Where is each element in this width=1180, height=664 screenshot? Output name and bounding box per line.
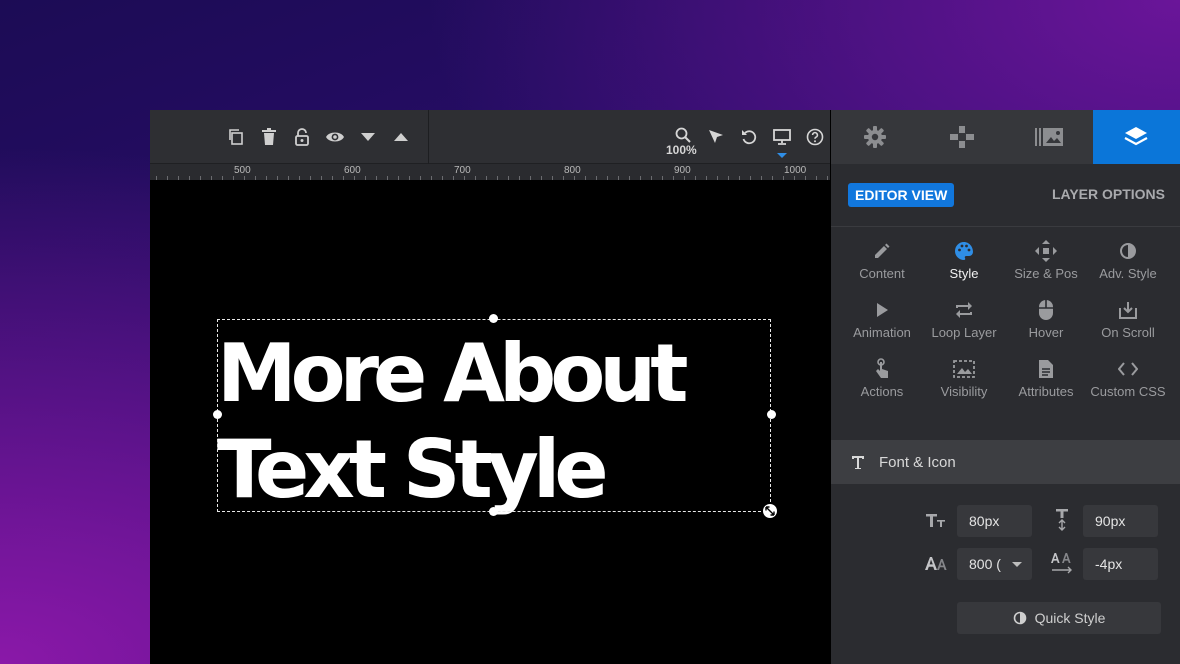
touch-icon [876,358,888,378]
palette-icon [955,242,973,260]
font-size-icon [923,507,949,533]
visibility-icon [953,360,975,378]
section-title: Font & Icon [879,453,956,471]
resize-handle-left[interactable] [213,410,222,419]
option-visibility[interactable]: Visibility [923,355,1005,414]
option-label: Adv. Style [1099,266,1157,281]
option-on-scroll[interactable]: On Scroll [1087,296,1169,355]
editor-window: 100% 500 600 700 800 900 1000 More About… [150,110,1180,664]
letter-spacing-input[interactable]: -4px [1083,548,1158,580]
layer-options-panel: EDITOR VIEW LAYER OPTIONS Content Style … [831,110,1180,664]
mouse-icon [1039,300,1053,320]
desktop-icon[interactable] [769,124,795,150]
caret-up-icon[interactable] [388,124,414,150]
pointer-icon[interactable] [703,124,729,150]
chevron-down-icon [1012,562,1022,567]
contrast-icon [1120,243,1136,259]
ruler-label: 800 [564,165,581,176]
ruler-label: 500 [234,165,251,176]
option-label: Hover [1028,325,1064,340]
option-label: Size & Pos [1014,266,1078,281]
option-label: Animation [853,325,911,340]
resize-arrows-icon [765,506,775,516]
panel-tabs [831,110,1180,164]
tab-settings[interactable] [831,110,918,164]
tab-navigation[interactable] [918,110,1005,164]
copy-icon[interactable] [223,124,249,150]
undo-icon[interactable] [736,124,762,150]
option-label: Attributes [1018,384,1074,399]
font-weight-icon [923,550,949,576]
toolbar-divider [428,110,429,164]
option-attributes[interactable]: Attributes [1005,355,1087,414]
contrast-icon [1013,611,1026,625]
line-height-icon [1049,507,1075,533]
play-icon [877,303,888,317]
ruler-label: 1000 [784,165,807,176]
layer-options-title: LAYER OPTIONS [1051,186,1165,202]
panel-divider [831,226,1180,227]
slide-canvas[interactable]: More About Text Style [150,180,830,664]
font-size-input[interactable]: 80px [957,505,1032,537]
trash-icon[interactable] [256,124,282,150]
quick-style-button[interactable]: Quick Style [957,602,1161,634]
tab-layers[interactable] [1092,110,1180,164]
caret-down-icon[interactable] [355,124,381,150]
ruler-label: 900 [674,165,691,176]
line-height-input[interactable]: 90px [1083,505,1158,537]
media-icon [1035,128,1064,146]
eye-icon[interactable] [322,124,348,150]
loop-icon [956,302,972,318]
download-box-icon [1119,302,1137,319]
option-label: Content [859,266,905,281]
option-label: Actions [860,384,904,399]
pencil-icon [875,243,890,258]
option-label: Custom CSS [1090,384,1166,399]
font-icon-section-header[interactable]: Font & Icon [831,440,1180,484]
resize-corner-handle[interactable] [761,502,779,520]
option-size-pos[interactable]: Size & Pos [1005,237,1087,296]
active-device-indicator [777,153,787,158]
option-content[interactable]: Content [841,237,923,296]
ruler-label: 600 [344,165,361,176]
zoom-level[interactable]: 100% [666,143,697,157]
document-icon [1039,360,1053,378]
horizontal-ruler: 500 600 700 800 900 1000 [150,164,830,180]
option-loop-layer[interactable]: Loop Layer [923,296,1005,355]
help-icon[interactable] [802,124,828,150]
editor-view-badge[interactable]: EDITOR VIEW [848,183,955,207]
font-weight-select[interactable]: 800 ( [957,548,1032,580]
option-custom-css[interactable]: Custom CSS [1087,355,1169,414]
top-toolbar: 100% [150,110,830,164]
option-adv-style[interactable]: Adv. Style [1087,237,1169,296]
selection-box[interactable] [217,319,771,512]
move-icon [1035,240,1057,262]
gear-icon [863,126,886,148]
tab-media[interactable] [1006,110,1093,164]
ruler-label: 700 [454,165,471,176]
option-label: On Scroll [1101,325,1155,340]
code-icon [1118,362,1138,376]
resize-handle-right[interactable] [767,410,776,419]
option-label: Style [949,266,979,281]
option-hover[interactable]: Hover [1005,296,1087,355]
resize-handle-top[interactable] [489,314,498,323]
option-actions[interactable]: Actions [841,355,923,414]
letter-spacing-icon [1049,550,1075,576]
option-label: Loop Layer [931,325,997,340]
layers-icon [1124,127,1148,146]
resize-handle-bottom[interactable] [489,507,498,516]
quick-style-label: Quick Style [1034,610,1106,626]
text-icon [852,456,864,469]
option-label: Visibility [940,384,988,399]
gamepad-icon [949,126,974,148]
option-style[interactable]: Style [923,237,1005,296]
lock-icon[interactable] [289,124,315,150]
font-weight-value: 800 ( [969,556,1001,572]
option-animation[interactable]: Animation [841,296,923,355]
